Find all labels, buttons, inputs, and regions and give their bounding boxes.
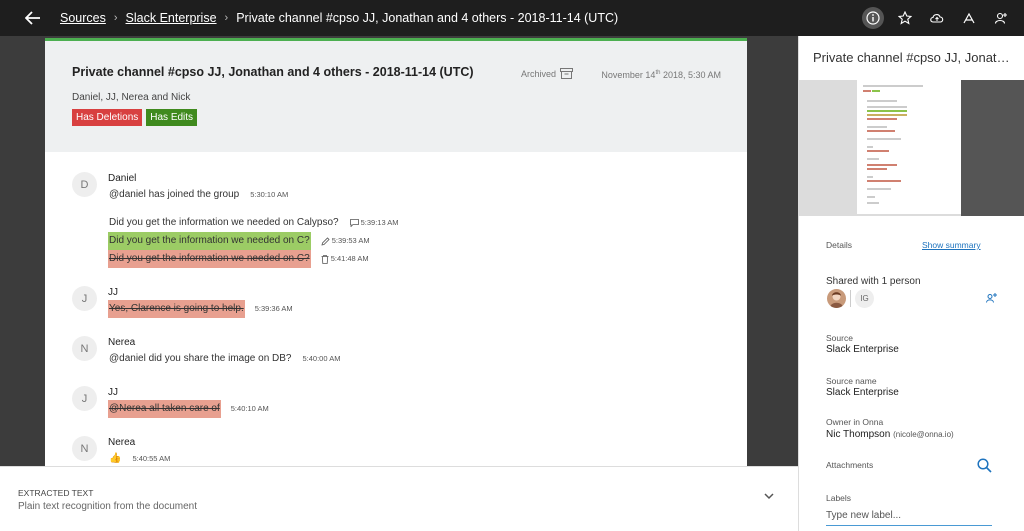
owner-value: Nic Thompson (nicole@onna.io): [826, 429, 954, 440]
message-text-deleted: Yes, Clarence is going to help.: [108, 300, 245, 318]
message-group: J JJ Yes, Clarence is going to help. 5:3…: [45, 286, 747, 318]
breadcrumb-sources[interactable]: Sources: [60, 11, 106, 25]
info-icon[interactable]: [862, 7, 884, 29]
message-line-deleted: Did you get the information we needed on…: [108, 250, 747, 268]
message-time: 5:40:55 AM: [132, 454, 171, 463]
new-label-input[interactable]: [826, 506, 992, 526]
breadcrumb-slack-enterprise[interactable]: Slack Enterprise: [126, 11, 217, 25]
back-arrow-icon[interactable]: [22, 7, 44, 29]
tag-list: Has Deletions Has Edits: [72, 109, 720, 126]
message-line: Did you get the information we needed on…: [108, 214, 747, 232]
source-name-label: Source name: [826, 376, 877, 386]
breadcrumb-current: Private channel #cpso JJ, Jonathan and 4…: [236, 11, 619, 25]
participants: Daniel, JJ, Nerea and Nick: [72, 92, 191, 103]
avatar: D: [72, 172, 97, 197]
document-page: Private channel #cpso JJ, Jonathan and 4…: [45, 38, 747, 466]
message-author: Daniel: [108, 173, 137, 184]
message-time: 5:39:13 AM: [349, 214, 399, 232]
has-deletions-badge: Has Deletions: [72, 109, 143, 126]
message-time: 5:40:10 AM: [230, 404, 269, 413]
add-user-icon[interactable]: [985, 291, 997, 309]
message-line: @daniel has joined the group 5:30:10 AM: [108, 186, 747, 204]
message-text-deleted: Did you get the information we needed on…: [108, 250, 311, 268]
message-author: JJ: [108, 387, 118, 398]
extracted-text-title: EXTRACTED TEXT: [18, 488, 94, 498]
message-group: N Nerea 👍 5:40:55 AM: [45, 436, 747, 466]
owner-label: Owner in Onna: [826, 417, 884, 427]
add-user-icon[interactable]: [990, 7, 1012, 29]
message-text: Did you get the information we needed on…: [109, 217, 339, 228]
trash-icon: [321, 254, 329, 264]
shared-with-label: Shared with 1 person: [826, 276, 921, 287]
divider: [850, 290, 851, 307]
archive-box-icon: [560, 68, 574, 79]
avatar: N: [72, 436, 97, 461]
avatar: J: [72, 386, 97, 411]
document-thumbnail[interactable]: [799, 80, 1024, 216]
source-name-value: Slack Enterprise: [826, 387, 899, 398]
owner-email: (nicole@onna.io): [893, 430, 954, 439]
avatar: [827, 289, 846, 308]
archived-indicator: Archived: [521, 68, 574, 79]
has-edits-badge: Has Edits: [146, 109, 198, 126]
avatar: J: [72, 286, 97, 311]
message-list: D Daniel @daniel has joined the group 5:…: [45, 152, 747, 466]
star-icon[interactable]: [894, 7, 916, 29]
labels-label: Labels: [826, 493, 852, 503]
comment-icon: [349, 219, 359, 227]
message-line: 👍 5:40:55 AM: [108, 450, 747, 466]
message-text-edited: Did you get the information we needed on…: [108, 232, 311, 250]
pencil-icon: [321, 236, 330, 246]
thumbnail-shadow: [961, 80, 1024, 216]
message-text-deleted: @Nerea all taken care of: [108, 400, 221, 418]
archived-label: Archived: [521, 68, 557, 79]
message-time: 5:30:10 AM: [250, 190, 289, 199]
details-panel: Private channel #cpso JJ, Jonathan and 4…: [798, 36, 1024, 531]
document-date: November 14th 2018, 5:30 AM: [601, 70, 721, 80]
show-summary-link[interactable]: Show summary: [922, 240, 981, 250]
cloud-upload-icon[interactable]: [926, 7, 948, 29]
avatar: IG: [855, 289, 874, 308]
message-author: Nerea: [108, 437, 136, 448]
extracted-text-subtitle: Plain text recognition from the document: [18, 501, 197, 512]
document-header: Private channel #cpso JJ, Jonathan and 4…: [45, 41, 747, 152]
message-time: 5:39:36 AM: [254, 304, 293, 313]
message-time: 5:39:53 AM: [321, 232, 370, 250]
message-group: D Daniel @daniel has joined the group 5:…: [45, 172, 747, 268]
owner-name: Nic Thompson: [826, 429, 891, 440]
message-author: JJ: [108, 287, 118, 298]
message-text: 👍: [109, 453, 122, 464]
message-time: 5:41:48 AM: [321, 250, 369, 268]
chevron-down-icon[interactable]: [764, 487, 774, 505]
source-label: Source: [826, 333, 853, 343]
message-line-deleted: @Nerea all taken care of 5:40:10 AM: [108, 400, 747, 418]
thumbnail-page: [857, 80, 961, 214]
message-line-deleted: Yes, Clarence is going to help. 5:39:36 …: [108, 300, 747, 318]
breadcrumb: Sources › Slack Enterprise › Private cha…: [60, 11, 618, 25]
source-value: Slack Enterprise: [826, 344, 899, 355]
search-icon[interactable]: [977, 458, 992, 478]
avatar: N: [72, 336, 97, 361]
message-line: @daniel did you share the image on DB? 5…: [108, 350, 747, 368]
message-author: Nerea: [108, 337, 136, 348]
top-bar: Sources › Slack Enterprise › Private cha…: [0, 0, 1024, 36]
chevron-right-icon: ›: [224, 12, 229, 24]
details-label: Details: [826, 240, 852, 250]
message-line-edited: Did you get the information we needed on…: [108, 232, 747, 250]
document-viewer[interactable]: Private channel #cpso JJ, Jonathan and 4…: [0, 36, 798, 466]
message-group: N Nerea @daniel did you share the image …: [45, 336, 747, 368]
extracted-text-section[interactable]: EXTRACTED TEXT Plain text recognition fr…: [0, 466, 798, 531]
acrobat-icon[interactable]: [958, 7, 980, 29]
top-actions: [852, 0, 1012, 36]
message-time: 5:40:00 AM: [302, 354, 341, 363]
panel-title: Private channel #cpso JJ, Jonathan and 4…: [813, 50, 1013, 65]
message-text: @daniel has joined the group: [109, 189, 240, 200]
message-group: J JJ @Nerea all taken care of 5:40:10 AM: [45, 386, 747, 418]
message-text: @daniel did you share the image on DB?: [109, 353, 292, 364]
attachments-label: Attachments: [826, 460, 874, 470]
chevron-right-icon: ›: [113, 12, 118, 24]
